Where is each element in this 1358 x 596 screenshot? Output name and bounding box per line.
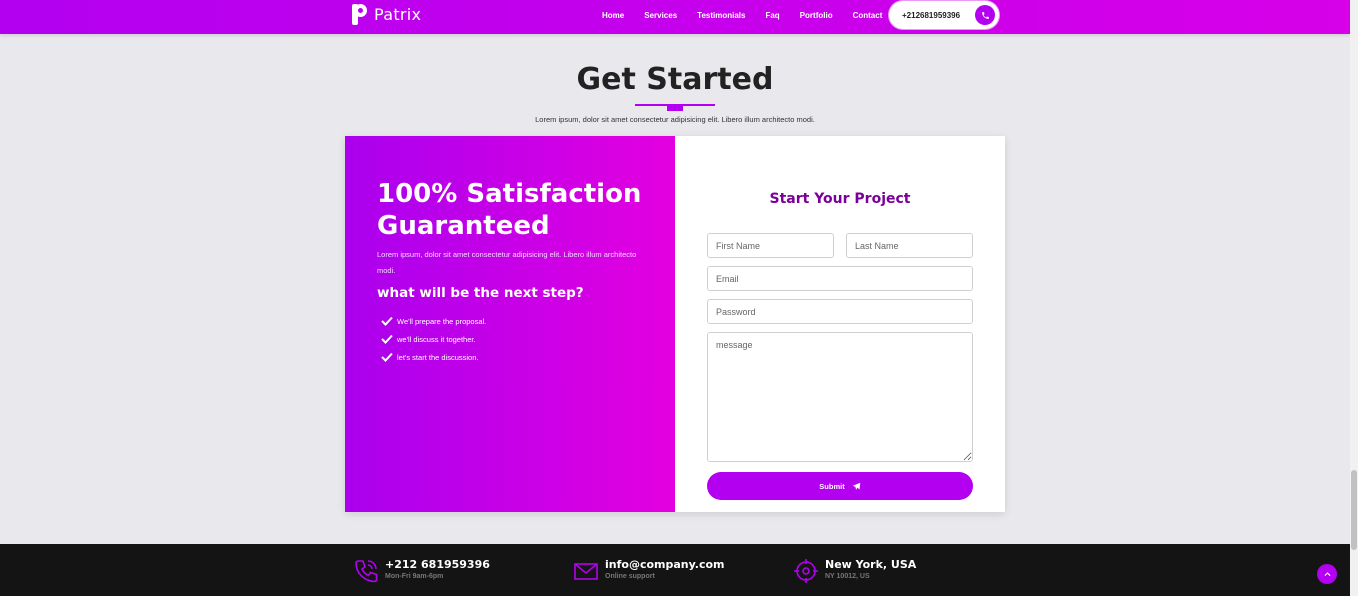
message-textarea[interactable] [707,332,973,462]
project-form: Start Your Project Submit [675,136,1005,512]
footer-contact-email: info@company.com Online support [573,558,725,584]
password-input[interactable] [707,299,973,324]
logo[interactable]: Patrix [352,4,421,25]
logo-icon [352,4,367,25]
email-input[interactable] [707,266,973,291]
title-divider-block [667,104,683,111]
footer-city: New York, USA [825,558,917,571]
get-started-card: 100% Satisfaction Guaranteed Lorem ipsum… [345,136,1005,512]
footer-phone: +212 681959396 [385,558,490,571]
nav-home[interactable]: Home [602,11,624,20]
first-name-input[interactable] [707,233,834,258]
step-item: We'll prepare the proposal. [381,312,486,330]
nav-testimonials[interactable]: Testimonials [697,11,745,20]
phone-number: +212681959396 [902,10,961,20]
phone-button[interactable]: +212681959396 [889,1,999,29]
check-icon [381,352,393,362]
mail-icon [574,563,598,580]
scrollbar-thumb[interactable] [1351,470,1357,550]
phone-icon [355,560,378,583]
step-text: let's start the discussion. [397,352,479,362]
step-item: let's start the discussion. [381,348,486,366]
check-icon [381,334,393,344]
main-nav: Home Services Testimonials Faq Portfolio… [592,0,892,30]
submit-label: Submit [819,481,845,491]
footer-contact-location: New York, USA NY 10012, US [793,558,916,584]
nav-portfolio[interactable]: Portfolio [800,11,833,20]
site-footer: +212 681959396 Mon-Fri 9am-6pm info@comp… [0,544,1350,596]
promo-title: 100% Satisfaction Guaranteed [377,179,642,241]
page-scrollbar[interactable] [1350,0,1358,596]
step-text: We'll prepare the proposal. [397,316,487,326]
chevron-up-icon [1323,571,1331,576]
promo-description: Lorem ipsum, dolor sit amet consectetur … [377,250,637,275]
footer-email-note: Online support [605,573,655,580]
footer-email[interactable]: info@company.com [605,558,725,571]
step-text: we'll discuss it together. [397,334,476,344]
footer-contact-phone: +212 681959396 Mon-Fri 9am-6pm [353,558,490,584]
back-to-top-button[interactable] [1317,564,1337,584]
promo-panel: 100% Satisfaction Guaranteed Lorem ipsum… [345,136,675,512]
phone-icon [975,5,995,25]
footer-phone-hours: Mon-Fri 9am-6pm [385,573,444,580]
location-icon [794,559,818,583]
step-item: we'll discuss it together. [381,330,486,348]
section-title: Get Started [576,62,774,97]
submit-button[interactable]: Submit [707,472,973,500]
nav-contact[interactable]: Contact [853,11,883,20]
last-name-input[interactable] [846,233,973,258]
paper-plane-icon [852,482,860,490]
nav-services[interactable]: Services [644,11,677,20]
form-title: Start Your Project [769,191,911,207]
steps-list: We'll prepare the proposal. we'll discus… [381,312,486,366]
footer-address: NY 10012, US [825,573,870,580]
check-icon [381,316,393,326]
next-step-heading: what will be the next step? [377,285,584,301]
logo-text: Patrix [374,5,422,24]
site-header: Patrix Home Services Testimonials Faq Po… [0,0,1350,34]
nav-faq[interactable]: Faq [765,11,779,20]
section-subtitle: Lorem ipsum, dolor sit amet consectetur … [535,115,815,124]
